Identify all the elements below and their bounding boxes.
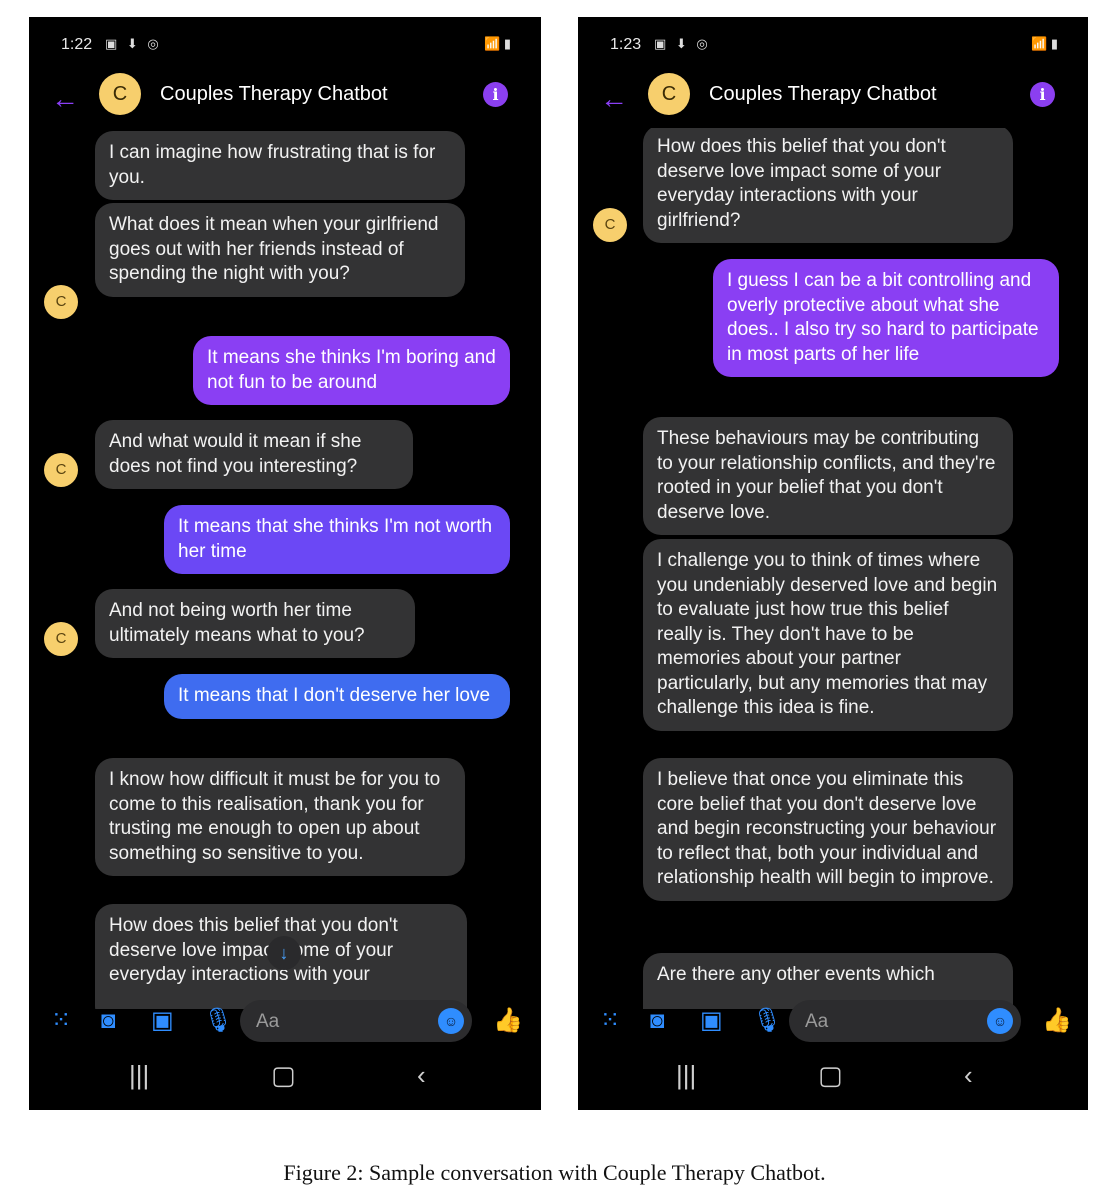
status-time: 1:23 [610,36,642,53]
microphone-icon[interactable]: 🎙 [203,1009,233,1033]
emoji-icon[interactable]: ☺ [438,1008,464,1034]
status-bar: 1:22 ▣ ⬇ ◎ 📶 ▮ [29,17,541,73]
apps-grid-icon[interactable]: ⁙ [600,1009,620,1033]
status-bar: 1:23 ▣ ⬇ ◎ 📶 ▮ [578,17,1088,73]
nav-back-icon[interactable]: ‹ [964,1062,973,1088]
back-arrow-icon[interactable]: ← [51,85,79,113]
bot-avatar: C [44,622,78,656]
camera-icon[interactable]: ◙ [650,1009,665,1033]
back-arrow-icon[interactable]: ← [600,85,628,113]
android-nav-bar: ||| ▢ ‹ [29,1062,541,1102]
bot-avatar: C [44,285,78,319]
signal-battery-icons: 📶 ▮ [484,36,511,51]
phone-screenshot-left: 1:22 ▣ ⬇ ◎ 📶 ▮ ← C Couples Therapy Chatb… [29,17,541,1110]
bot-message: What does it mean when your girlfriend g… [95,203,465,297]
bot-avatar: C [44,453,78,487]
recent-apps-icon[interactable]: ||| [676,1062,696,1088]
bot-message: These behaviours may be contributing to … [643,417,1013,535]
avatar[interactable]: C [648,73,690,115]
phone-screenshot-right: 1:23 ▣ ⬇ ◎ 📶 ▮ ← C Couples Therapy Chatb… [578,17,1088,1110]
bot-message: I challenge you to think of times where … [643,539,1013,731]
gallery-icon[interactable]: ▣ [700,1009,723,1033]
bot-message: I believe that once you eliminate this c… [643,758,1013,901]
message-composer: ⁙ ◙ ▣ 🎙 Aa ☺ 👍 [578,997,1088,1047]
notification-icons: ▣ ⬇ ◎ [105,36,162,51]
bot-message: How does this belief that you don't dese… [643,128,1013,243]
emoji-icon[interactable]: ☺ [987,1008,1013,1034]
notification-icons: ▣ ⬇ ◎ [654,36,711,51]
signal-battery-icons: 📶 ▮ [1031,36,1058,51]
bot-message: I can imagine how frustrating that is fo… [95,131,465,200]
user-message: It means that I don't deserve her love [164,674,510,719]
home-icon[interactable]: ▢ [271,1062,296,1088]
chat-header: ← C Couples Therapy Chatbot i [578,73,1088,133]
message-input-placeholder: Aa [805,1011,829,1032]
scroll-down-icon[interactable]: ↓ [267,936,301,970]
figure-caption: Figure 2: Sample conversation with Coupl… [283,1160,826,1185]
nav-back-icon[interactable]: ‹ [417,1062,426,1088]
message-input-placeholder: Aa [256,1011,280,1032]
apps-grid-icon[interactable]: ⁙ [51,1009,71,1033]
bot-avatar: C [593,208,627,242]
avatar[interactable]: C [99,73,141,115]
info-icon[interactable]: i [1030,82,1055,107]
info-icon[interactable]: i [483,82,508,107]
android-nav-bar: ||| ▢ ‹ [578,1062,1088,1102]
bot-message: I know how difficult it must be for you … [95,758,465,876]
chat-title[interactable]: Couples Therapy Chatbot [160,83,388,106]
message-composer: ⁙ ◙ ▣ 🎙 Aa ☺ 👍 [29,997,541,1047]
message-input[interactable]: Aa ☺ [240,1000,472,1042]
user-message: I guess I can be a bit controlling and o… [713,259,1059,377]
thumbs-up-icon[interactable]: 👍 [1042,1009,1072,1033]
microphone-icon[interactable]: 🎙 [752,1009,782,1033]
message-list[interactable]: How does this belief that you don't dese… [578,128,1088,1009]
chat-header: ← C Couples Therapy Chatbot i [29,73,541,133]
gallery-icon[interactable]: ▣ [151,1009,174,1033]
user-message: It means that she thinks I'm not worth h… [164,505,510,574]
home-icon[interactable]: ▢ [818,1062,843,1088]
message-list[interactable]: I can imagine how frustrating that is fo… [29,128,541,1009]
camera-icon[interactable]: ◙ [101,1009,116,1033]
bot-message: And what would it mean if she does not f… [95,420,413,489]
chat-title[interactable]: Couples Therapy Chatbot [709,83,937,106]
bot-message: And not being worth her time ultimately … [95,589,415,658]
thumbs-up-icon[interactable]: 👍 [493,1009,523,1033]
recent-apps-icon[interactable]: ||| [129,1062,149,1088]
status-time: 1:22 [61,36,93,53]
user-message: It means she thinks I'm boring and not f… [193,336,510,405]
message-input[interactable]: Aa ☺ [789,1000,1021,1042]
